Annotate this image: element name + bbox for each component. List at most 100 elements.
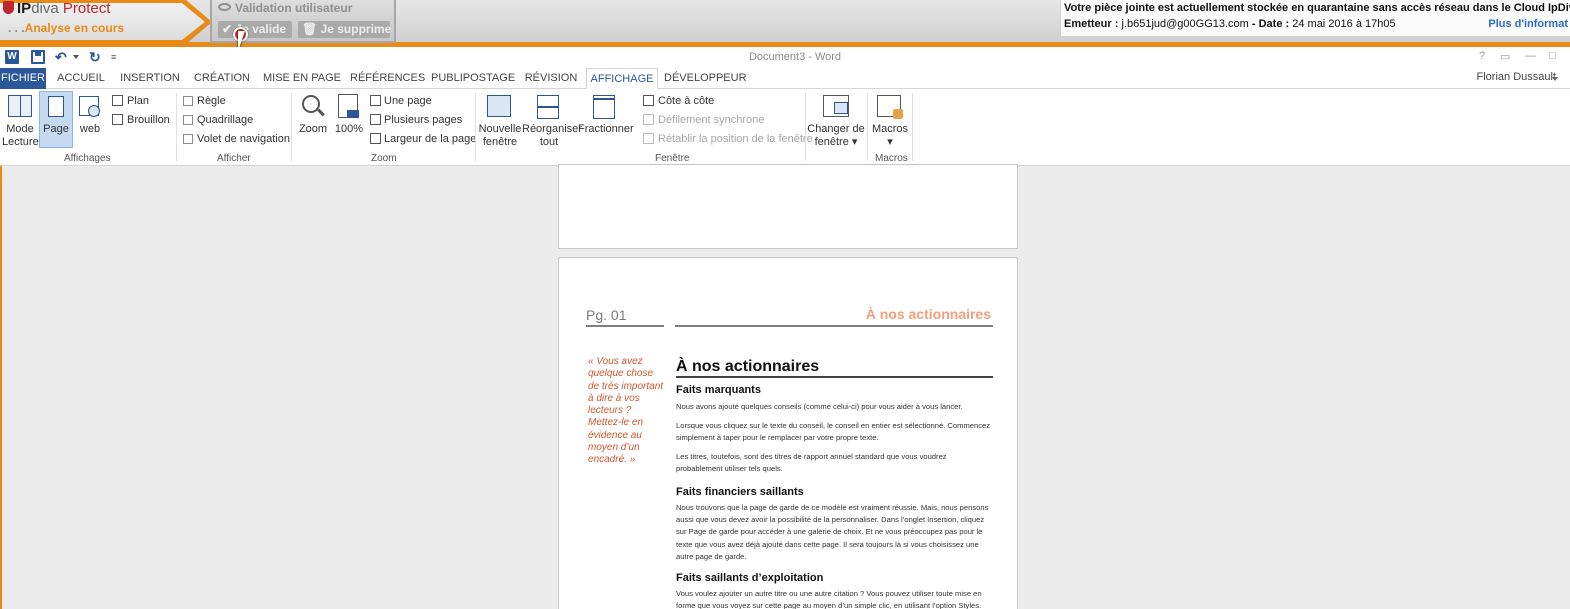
tab-developpeur[interactable]: DÉVELOPPEUR	[664, 68, 747, 89]
chevron-down-icon[interactable]	[1552, 77, 1558, 81]
split-button[interactable]: Fractionner	[578, 123, 634, 136]
page-width-button[interactable]: Largeur de la page	[384, 133, 476, 146]
web-layout-icon[interactable]	[79, 96, 100, 117]
page-number: Pg. 01	[586, 307, 627, 323]
group-affichages: Affichages	[64, 153, 111, 164]
magnifier-handle-icon	[317, 108, 325, 117]
macros-icon[interactable]	[877, 95, 903, 119]
tab-insertion[interactable]: INSERTION	[118, 68, 182, 89]
split-icon[interactable]	[593, 95, 615, 119]
maximize-icon[interactable]: □	[1549, 50, 1556, 62]
gridlines-checkbox[interactable]	[183, 115, 193, 125]
ruler-label: Règle	[197, 95, 226, 107]
switch-windows-icon[interactable]	[823, 95, 849, 117]
one-page-icon[interactable]	[370, 95, 381, 106]
synchronous-scrolling-icon	[643, 114, 654, 125]
reset-window-position-icon	[643, 133, 654, 144]
analysis-status: . . .Analyse en cours	[8, 21, 125, 35]
multiple-pages-button[interactable]: Plusieurs pages	[384, 114, 462, 127]
read-mode-icon[interactable]	[8, 95, 32, 117]
page-button-label[interactable]: Page	[39, 123, 73, 136]
tab-mise-en-page[interactable]: MISE EN PAGE	[262, 68, 342, 89]
one-page-button[interactable]: Une page	[384, 95, 432, 108]
document-title: Document3 - Word	[748, 51, 842, 63]
tab-references[interactable]: RÉFÉRENCES	[350, 68, 425, 89]
ipdiva-logo: IPdiva Protect	[3, 0, 110, 17]
tab-affichage[interactable]: AFFICHAGE	[586, 68, 658, 90]
group-zoom: Zoom	[371, 153, 397, 164]
paragraph[interactable]: Vous voulez ajouter un autre titre ou un…	[676, 588, 994, 609]
previous-page[interactable]	[558, 164, 1018, 249]
page-header-title: À nos actionnaires	[865, 306, 991, 322]
ruler-checkbox[interactable]	[183, 96, 193, 106]
group-separator	[475, 93, 476, 161]
group-separator	[912, 93, 913, 161]
web-button[interactable]: web	[76, 123, 104, 136]
zoom-100-icon[interactable]	[338, 94, 359, 118]
new-window-icon[interactable]	[487, 95, 511, 117]
zoom-button[interactable]: Zoom	[296, 123, 330, 136]
tab-fichier[interactable]: FICHIER	[0, 68, 46, 89]
paragraph[interactable]: Nous trouvons que la page de garde de ce…	[676, 502, 994, 563]
group-separator	[805, 93, 806, 161]
heading-rule	[676, 376, 993, 378]
ribbon-display-icon[interactable]: ▭	[1500, 50, 1510, 63]
tab-creation[interactable]: CRÉATION	[191, 68, 253, 89]
document-heading[interactable]: À nos actionnaires	[676, 358, 819, 376]
paragraph[interactable]: Nous avons ajouté quelques conseils (com…	[676, 401, 994, 413]
validate-button[interactable]: ✔ Je valide	[218, 21, 292, 38]
outline-icon[interactable]	[112, 95, 123, 106]
delete-button[interactable]: 🗑 Je supprime	[298, 21, 391, 38]
minimize-icon[interactable]: —	[1525, 50, 1536, 62]
page-header-rule	[675, 325, 993, 327]
reset-window-position-button: Rétablir la position de la fenêtre	[658, 133, 813, 145]
multiple-pages-icon[interactable]	[370, 114, 381, 125]
navigation-pane-checkbox[interactable]	[183, 134, 193, 144]
paragraph[interactable]: Les titres, toutefois, sont des titres d…	[676, 451, 994, 475]
notice-sender-line: Emetteur : j.b651jud@g00GG13.com - Date …	[1064, 18, 1396, 30]
zoom-100-button[interactable]: 100%	[333, 123, 365, 136]
section-title[interactable]: Faits marquants	[676, 384, 761, 396]
help-icon[interactable]: ?	[1479, 50, 1485, 62]
paragraph[interactable]: Lorsque vous cliquez sur le texte du con…	[676, 420, 994, 444]
ribbon-panel: Mode Lecture Page web Plan Brouillon Affi…	[0, 89, 1570, 166]
navigation-pane-label: Volet de navigation	[197, 133, 290, 145]
tab-publipostage[interactable]: PUBLIPOSTAGE	[431, 68, 515, 89]
plan-button[interactable]: Plan	[127, 95, 149, 108]
arrange-all-button[interactable]: Réorganiser tout	[522, 123, 582, 149]
new-window-button[interactable]: Nouvelle fenêtre	[477, 123, 523, 149]
side-by-side-button[interactable]: Côte à côte	[658, 95, 714, 108]
synchronous-scrolling-button: Défilement synchrone	[658, 114, 765, 126]
switch-windows-button[interactable]: Changer de fenêtre ▾	[806, 123, 866, 149]
window-accent-border	[0, 166, 2, 609]
brouillon-button[interactable]: Brouillon	[127, 114, 170, 127]
group-separator	[176, 93, 177, 161]
arrange-all-icon[interactable]	[537, 95, 559, 119]
eye-icon	[218, 3, 231, 11]
user-account[interactable]: Florian Dussault	[1477, 71, 1556, 83]
group-macros: Macros	[875, 153, 908, 164]
section-title[interactable]: Faits financiers saillants	[676, 486, 804, 498]
read-mode-button[interactable]: Mode Lecture	[2, 123, 39, 149]
group-separator	[291, 93, 292, 161]
page-width-icon[interactable]	[370, 133, 381, 144]
group-afficher: Afficher	[217, 153, 251, 164]
macros-button[interactable]: Macros ▾	[870, 123, 910, 149]
page-number-rule	[586, 325, 664, 327]
side-by-side-icon[interactable]	[643, 95, 654, 106]
tab-revision[interactable]: RÉVISION	[521, 68, 581, 89]
current-page[interactable]: Pg. 01 À nos actionnaires « Vous avez qu…	[558, 257, 1018, 609]
draft-icon[interactable]	[112, 114, 123, 125]
validation-title: Validation utilisateur	[218, 1, 352, 15]
word-title-bar: W ↶ ↻ ≡ Document3 - Word ? ▭ — □	[0, 47, 1570, 68]
screen: { "ipdiva": { "brand_word1": "IP", "bran…	[0, 0, 1570, 609]
shield-icon	[3, 1, 14, 14]
page-layout-icon[interactable]	[48, 96, 64, 117]
more-info-link[interactable]: Plus d'informat	[1488, 18, 1568, 30]
quarantine-notice: Votre pièce jointe est actuellement stoc…	[1060, 0, 1570, 36]
pull-quote[interactable]: « Vous avez quelque chose de très import…	[588, 356, 664, 467]
notice-message: Votre pièce jointe est actuellement stoc…	[1064, 2, 1570, 14]
section-title[interactable]: Faits saillants d’exploitation	[676, 572, 823, 584]
tab-accueil[interactable]: ACCUEIL	[52, 68, 110, 89]
document-canvas[interactable]: Pg. 01 À nos actionnaires « Vous avez qu…	[0, 164, 1570, 609]
